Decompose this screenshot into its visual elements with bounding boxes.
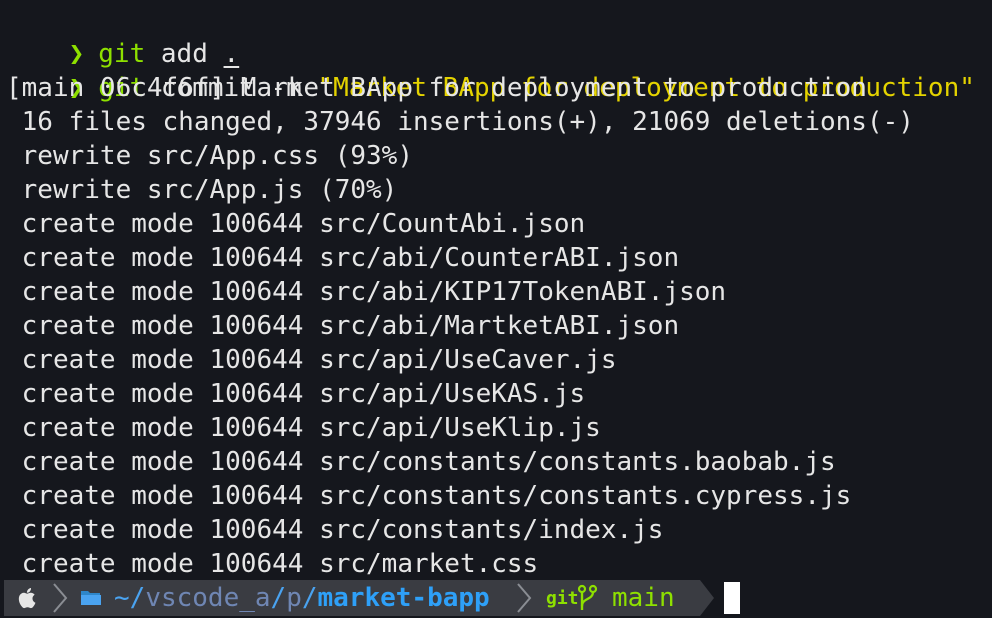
terminal-cursor[interactable] — [724, 582, 740, 614]
path-current-dir: market-bapp — [317, 583, 490, 613]
git-status: git — [546, 580, 579, 616]
output-line: 16 files changed, 37946 insertions(+), 2… — [6, 107, 914, 137]
git-branch-icon — [577, 584, 598, 610]
command-line-1: ❯ git add . — [6, 3, 240, 69]
apple-icon — [10, 580, 46, 616]
output-line: create mode 100644 src/market.css — [6, 549, 539, 579]
terminal-window[interactable]: ❯ git add . ❯ git commit -m "Market BApp f… — [0, 0, 992, 618]
output-line: rewrite src/App.css (93%) — [6, 141, 413, 171]
output-line: create mode 100644 src/constants/constan… — [6, 481, 852, 511]
output-line: [main 06c4f6f] Market BApp for deploymen… — [6, 73, 867, 103]
output-line: create mode 100644 src/abi/MartketABI.js… — [6, 311, 680, 341]
output-line: create mode 100644 src/api/UseKlip.js — [6, 413, 601, 443]
branch-label: main — [612, 583, 675, 613]
output-line: create mode 100644 src/CountAbi.json — [6, 209, 586, 239]
path-separator: / — [270, 583, 287, 613]
folder-icon — [81, 591, 101, 605]
output-line: create mode 100644 src/api/UseCaver.js — [6, 345, 617, 375]
output-line: create mode 100644 src/api/UseKAS.js — [6, 379, 586, 409]
path-segment: p — [286, 583, 302, 613]
segment-separator-icon — [517, 583, 532, 613]
output-line: create mode 100644 src/abi/KIP17TokenABI… — [6, 277, 727, 307]
output-line: rewrite src/App.js (70%) — [6, 175, 398, 205]
git-label: git — [546, 587, 579, 609]
current-path: ~/vscode_a / p / market-bapp — [114, 580, 490, 616]
path-home: ~/ — [114, 583, 146, 613]
segment-separator-icon — [53, 583, 68, 613]
output-line: create mode 100644 src/constants/constan… — [6, 447, 836, 477]
output-line: create mode 100644 src/constants/index.j… — [6, 515, 664, 545]
git-branch-name: main — [612, 580, 675, 616]
prompt-statusbar: ~/vscode_a / p / market-bapp git main — [0, 580, 992, 618]
path-separator: / — [301, 583, 318, 613]
path-segment: vscode_a — [145, 583, 271, 613]
command-line-2: ❯ git commit -m "Market BApp for deployme… — [6, 37, 975, 103]
output-line: create mode 100644 src/abi/CounterABI.js… — [6, 243, 680, 273]
